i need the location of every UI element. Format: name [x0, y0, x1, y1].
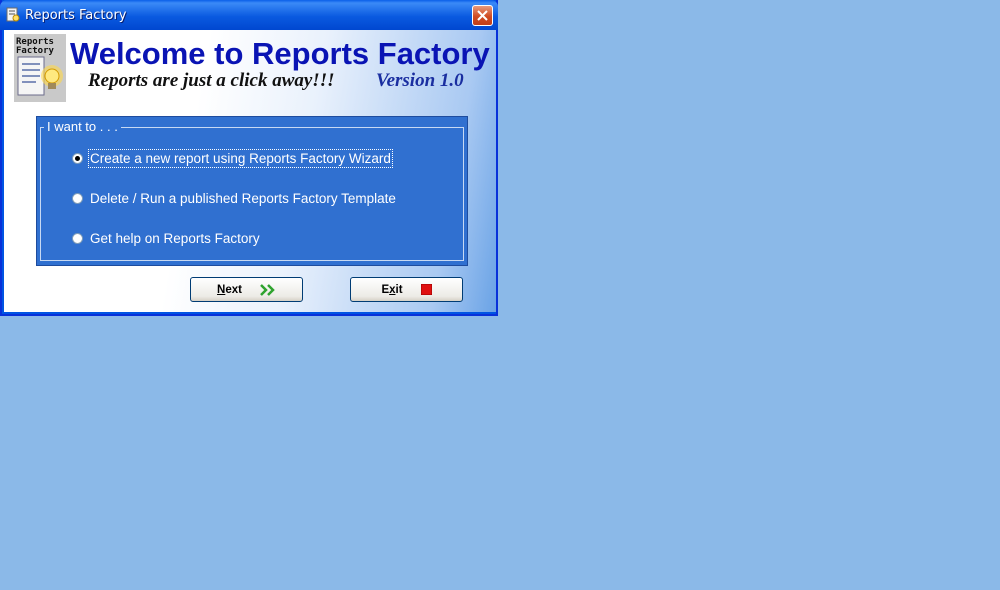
exit-label: Exit	[381, 283, 403, 296]
radio-get-help[interactable]	[72, 233, 83, 244]
window-title: Reports Factory	[25, 8, 127, 23]
app-icon	[6, 7, 20, 22]
reports-factory-window: Reports Factory Reports Factory Welcome …	[0, 0, 498, 316]
exit-button[interactable]: Exit	[350, 277, 463, 302]
close-button[interactable]	[472, 5, 493, 26]
close-icon	[477, 10, 488, 21]
svg-text:Factory: Factory	[16, 46, 55, 56]
tagline: Reports are just a click away!!!	[88, 70, 335, 91]
title-bar[interactable]: Reports Factory	[0, 0, 498, 30]
red-stop-square-icon	[420, 284, 432, 295]
next-button[interactable]: Next	[190, 277, 303, 302]
radio-create-report[interactable]	[72, 153, 83, 164]
reports-factory-logo: Reports Factory	[14, 34, 66, 102]
option-label[interactable]: Create a new report using Reports Factor…	[88, 149, 393, 168]
option-label[interactable]: Delete / Run a published Reports Factory…	[90, 191, 396, 206]
option-get-help[interactable]: Get help on Reports Factory	[72, 231, 260, 246]
group-legend: I want to . . .	[44, 119, 121, 134]
action-options-group: I want to . . . Create a new report usin…	[36, 116, 468, 266]
double-chevron-right-icon	[260, 283, 275, 296]
next-label: Next	[217, 283, 242, 296]
version-label: Version 1.0	[376, 70, 464, 91]
dialog-client-area: Reports Factory Welcome to Reports Facto…	[4, 30, 496, 312]
option-create-report[interactable]: Create a new report using Reports Factor…	[72, 149, 393, 168]
option-delete-run-template[interactable]: Delete / Run a published Reports Factory…	[72, 191, 396, 206]
option-label[interactable]: Get help on Reports Factory	[90, 231, 260, 246]
radio-delete-run-template[interactable]	[72, 193, 83, 204]
welcome-heading: Welcome to Reports Factory	[70, 36, 490, 71]
